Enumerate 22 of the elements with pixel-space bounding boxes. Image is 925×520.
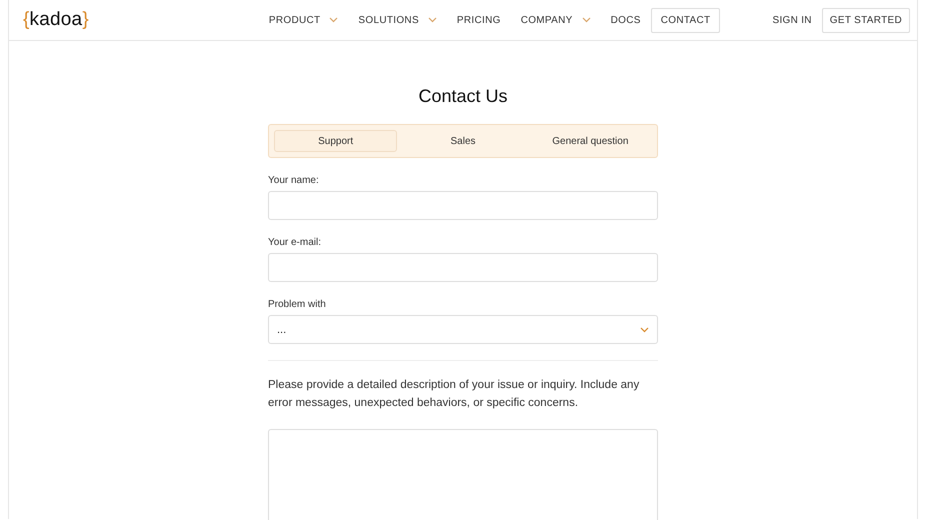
input-field[interactable] (268, 191, 658, 220)
get-started-button[interactable]: GET STARTED (822, 8, 910, 32)
nav-link[interactable]: PRICING (446, 8, 511, 32)
input-field[interactable] (268, 253, 658, 282)
tab[interactable]: Sales (401, 130, 525, 152)
tab[interactable]: General question (528, 130, 652, 152)
chevron-down-icon (640, 326, 649, 332)
tab[interactable]: Support (274, 130, 398, 152)
field-label: Your name: (268, 175, 320, 186)
nav-link[interactable]: CONTACT (650, 8, 720, 32)
page-title: Contact Us (417, 86, 509, 107)
field-label: Your e-mail: (268, 237, 322, 248)
nav-link[interactable]: DOCS (600, 8, 651, 32)
kadoa-logo[interactable]: {kadoa} (23, 9, 89, 31)
select-field[interactable]: ... (268, 315, 658, 344)
nav-link[interactable]: SOLUTIONS (348, 8, 447, 32)
nav-link[interactable]: PRODUCT (258, 8, 348, 32)
description-field[interactable] (268, 429, 658, 520)
sign-in-link[interactable]: SIGN IN (764, 8, 820, 32)
nav-link[interactable]: COMPANY (510, 8, 601, 32)
field-label: Problem with (268, 299, 327, 310)
description-text: Please provide a detailed description of your issue or inquiry. Include any error messages, unexpected behaviors, or specific concerns. (268, 378, 640, 411)
